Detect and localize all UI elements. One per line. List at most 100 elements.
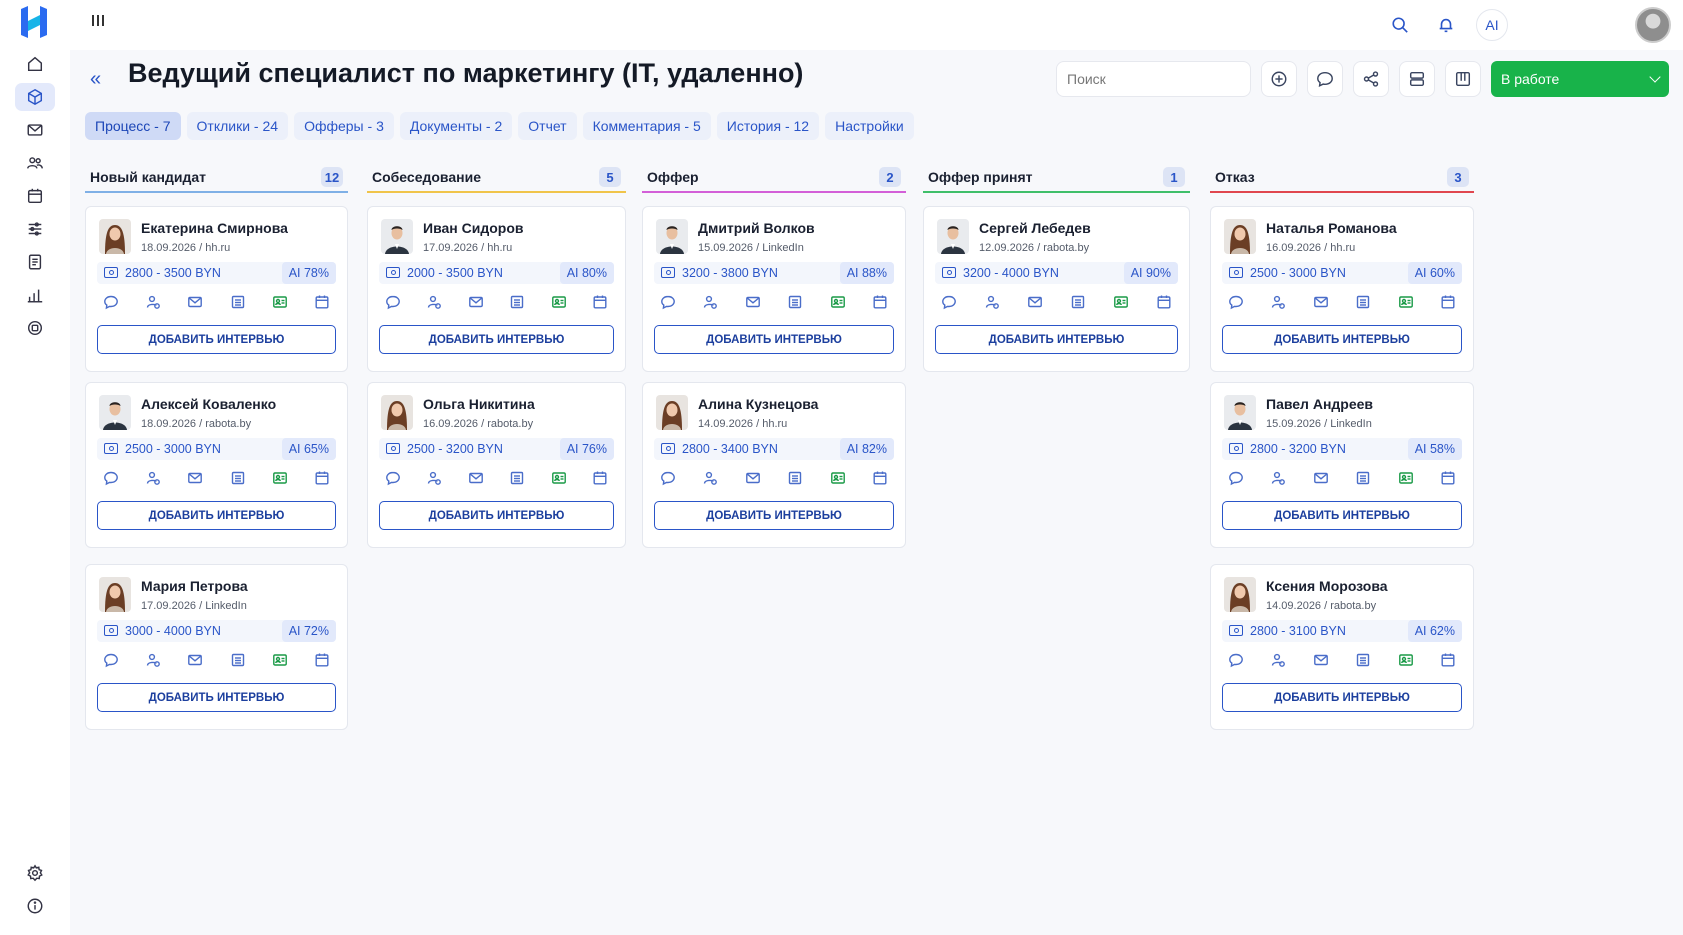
candidate-card[interactable]: Дмитрий Волков 15.09.2026 / LinkedIn 3200 … — [642, 206, 906, 372]
candidate-name[interactable]: Ксения Морозова — [1266, 578, 1388, 594]
user-avatar[interactable] — [1635, 7, 1671, 43]
contact-card-icon[interactable] — [829, 293, 847, 311]
candidate-name[interactable]: Дмитрий Волков — [698, 220, 815, 236]
assign-user-icon[interactable] — [701, 469, 719, 487]
contact-card-icon[interactable] — [1397, 469, 1415, 487]
mail-icon[interactable] — [467, 469, 485, 487]
candidate-card[interactable]: Иван Сидоров 17.09.2026 / hh.ru 2000 - 350… — [367, 206, 626, 372]
notes-icon[interactable] — [786, 293, 804, 311]
sidebar-item-box[interactable] — [15, 83, 55, 111]
sidebar-item-chip[interactable] — [15, 314, 55, 342]
candidate-name[interactable]: Алина Кузнецова — [698, 396, 818, 412]
tab-6[interactable]: История - 12 — [716, 112, 820, 140]
candidate-card[interactable]: Ксения Морозова 14.09.2026 / rabota.by 280… — [1210, 564, 1474, 730]
mail-icon[interactable] — [1312, 651, 1330, 669]
menu-toggle-icon[interactable] — [92, 15, 106, 29]
back-icon[interactable]: « — [90, 68, 101, 91]
contact-card-icon[interactable] — [271, 651, 289, 669]
list-view-icon[interactable] — [1399, 61, 1435, 97]
add-icon[interactable] — [1261, 61, 1297, 97]
mail-icon[interactable] — [1312, 469, 1330, 487]
notes-icon[interactable] — [229, 469, 247, 487]
calendar-icon[interactable] — [1439, 651, 1457, 669]
calendar-icon[interactable] — [1439, 293, 1457, 311]
tab-4[interactable]: Отчет — [518, 112, 577, 140]
assign-user-icon[interactable] — [144, 651, 162, 669]
contact-card-icon[interactable] — [1397, 651, 1415, 669]
calendar-icon[interactable] — [1155, 293, 1173, 311]
calendar-icon[interactable] — [591, 469, 609, 487]
candidate-card[interactable]: Екатерина Смирнова 18.09.2026 / hh.ru 2800… — [85, 206, 348, 372]
calendar-icon[interactable] — [871, 293, 889, 311]
calendar-icon[interactable] — [313, 293, 331, 311]
notes-icon[interactable] — [1354, 469, 1372, 487]
app-logo[interactable] — [19, 5, 49, 39]
comment-icon[interactable] — [384, 469, 402, 487]
notes-icon[interactable] — [786, 469, 804, 487]
candidate-name[interactable]: Наталья Романова — [1266, 220, 1397, 236]
notes-icon[interactable] — [1354, 293, 1372, 311]
candidate-card[interactable]: Ольга Никитина 16.09.2026 / rabota.by 2500… — [367, 382, 626, 548]
add-interview-button[interactable]: ДОБАВИТЬ ИНТЕРВЬЮ — [379, 501, 614, 530]
contact-card-icon[interactable] — [550, 469, 568, 487]
comment-icon[interactable] — [1227, 293, 1245, 311]
sidebar-item-mail[interactable] — [15, 116, 55, 144]
comment-icon[interactable] — [102, 293, 120, 311]
candidate-name[interactable]: Иван Сидоров — [423, 220, 523, 236]
add-interview-button[interactable]: ДОБАВИТЬ ИНТЕРВЬЮ — [1222, 683, 1462, 712]
tab-3[interactable]: Документы - 2 — [399, 112, 513, 140]
sidebar-item-calendar[interactable] — [15, 182, 55, 210]
comment-icon[interactable] — [1227, 469, 1245, 487]
assign-user-icon[interactable] — [144, 469, 162, 487]
candidate-card[interactable]: Сергей Лебедев 12.09.2026 / rabota.by 3200… — [923, 206, 1190, 372]
mail-icon[interactable] — [744, 469, 762, 487]
contact-card-icon[interactable] — [829, 469, 847, 487]
sidebar-item-document[interactable] — [15, 248, 55, 276]
candidate-name[interactable]: Мария Петрова — [141, 578, 248, 594]
ai-assistant-button[interactable]: AI — [1476, 9, 1508, 41]
candidate-name[interactable]: Ольга Никитина — [423, 396, 535, 412]
notes-icon[interactable] — [229, 293, 247, 311]
contact-card-icon[interactable] — [550, 293, 568, 311]
contact-card-icon[interactable] — [1397, 293, 1415, 311]
candidate-name[interactable]: Сергей Лебедев — [979, 220, 1091, 236]
assign-user-icon[interactable] — [1269, 651, 1287, 669]
assign-user-icon[interactable] — [425, 293, 443, 311]
candidate-card[interactable]: Павел Андреев 15.09.2026 / LinkedIn 2800 -… — [1210, 382, 1474, 548]
candidate-card[interactable]: Мария Петрова 17.09.2026 / LinkedIn 3000 -… — [85, 564, 348, 730]
comment-icon[interactable] — [940, 293, 958, 311]
candidate-name[interactable]: Павел Андреев — [1266, 396, 1373, 412]
mail-icon[interactable] — [1026, 293, 1044, 311]
assign-user-icon[interactable] — [1269, 469, 1287, 487]
assign-user-icon[interactable] — [701, 293, 719, 311]
add-interview-button[interactable]: ДОБАВИТЬ ИНТЕРВЬЮ — [97, 683, 336, 712]
status-dropdown[interactable]: В работе — [1491, 61, 1669, 97]
mail-icon[interactable] — [186, 651, 204, 669]
candidate-name[interactable]: Екатерина Смирнова — [141, 220, 288, 236]
notes-icon[interactable] — [508, 469, 526, 487]
mail-icon[interactable] — [467, 293, 485, 311]
notes-icon[interactable] — [1069, 293, 1087, 311]
add-interview-button[interactable]: ДОБАВИТЬ ИНТЕРВЬЮ — [654, 325, 894, 354]
mail-icon[interactable] — [186, 293, 204, 311]
candidate-card[interactable]: Наталья Романова 16.09.2026 / hh.ru 2500 -… — [1210, 206, 1474, 372]
assign-user-icon[interactable] — [1269, 293, 1287, 311]
sidebar-item-filters[interactable] — [15, 215, 55, 243]
comment-icon[interactable] — [659, 293, 677, 311]
search-input[interactable] — [1056, 61, 1251, 97]
tab-7[interactable]: Настройки — [825, 112, 914, 140]
tab-5[interactable]: Комментария - 5 — [582, 112, 711, 140]
assign-user-icon[interactable] — [144, 293, 162, 311]
comment-icon[interactable] — [1227, 651, 1245, 669]
comment-icon[interactable] — [1307, 61, 1343, 97]
contact-card-icon[interactable] — [1112, 293, 1130, 311]
comment-icon[interactable] — [102, 651, 120, 669]
tab-0[interactable]: Процесс - 7 — [85, 112, 181, 140]
notes-icon[interactable] — [508, 293, 526, 311]
comment-icon[interactable] — [659, 469, 677, 487]
notes-icon[interactable] — [1354, 651, 1372, 669]
mail-icon[interactable] — [186, 469, 204, 487]
add-interview-button[interactable]: ДОБАВИТЬ ИНТЕРВЬЮ — [97, 325, 336, 354]
sidebar-item-home[interactable] — [15, 50, 55, 78]
sidebar-item-users[interactable] — [15, 149, 55, 177]
